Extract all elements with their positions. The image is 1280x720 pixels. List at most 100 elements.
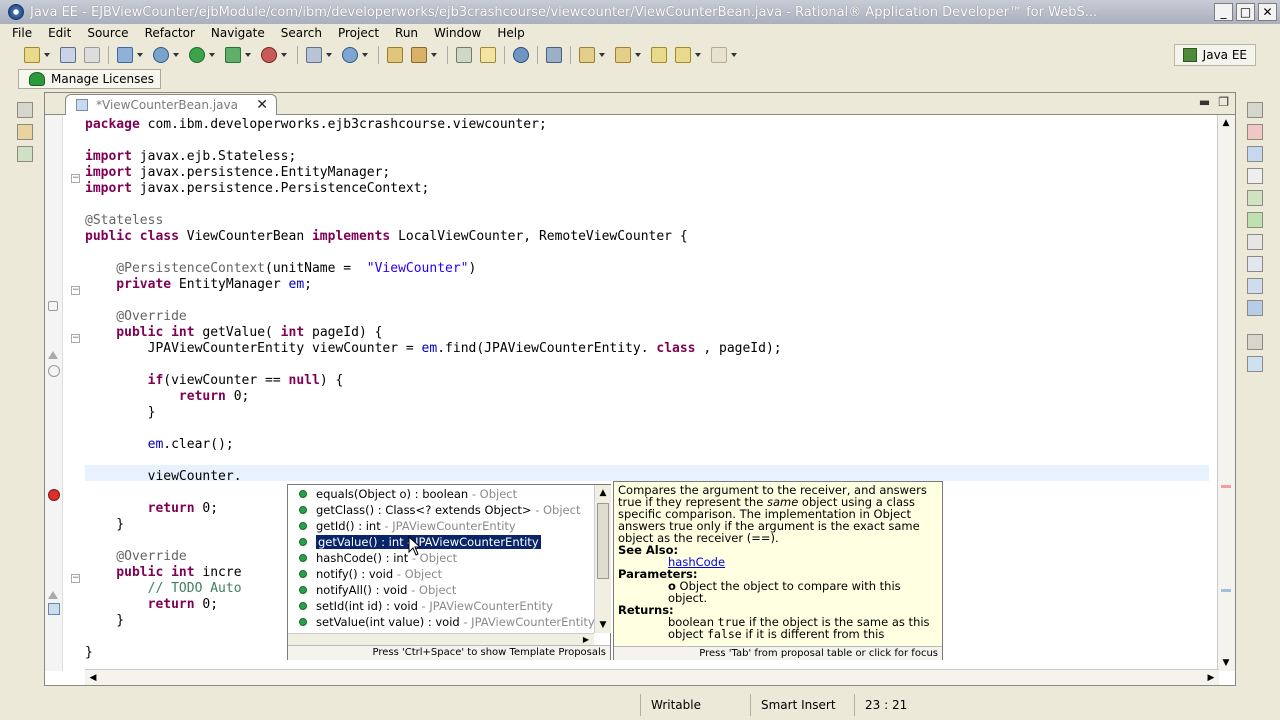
code-line[interactable]: package com.ibm.developerworks.ejb3crash… <box>85 117 547 133</box>
code-line[interactable]: return 0; <box>85 389 249 405</box>
back-icon[interactable] <box>675 47 691 63</box>
chevron-down-icon[interactable] <box>245 53 251 57</box>
code-line[interactable]: // TODO Auto <box>85 581 242 597</box>
scroll-right-icon[interactable]: ▶ <box>1203 670 1219 686</box>
server-icon[interactable] <box>117 47 133 63</box>
outline-icon[interactable] <box>1247 124 1263 140</box>
chevron-down-icon[interactable] <box>137 53 143 57</box>
debug-icon[interactable] <box>153 47 169 63</box>
code-line[interactable]: } <box>85 613 124 629</box>
proposal-item[interactable]: getClass() : Class<? extends Object> - O… <box>288 502 594 518</box>
chevron-down-icon[interactable] <box>281 53 287 57</box>
override-marker-icon[interactable] <box>48 301 58 311</box>
proposal-item[interactable]: hashCode() : int - Object <box>288 550 594 566</box>
code-line[interactable]: if(viewCounter == null) { <box>85 373 344 389</box>
tab-viewcounterbean[interactable]: *ViewCounterBean.java ✕ <box>65 94 277 115</box>
chevron-down-icon[interactable] <box>731 53 737 57</box>
toggle-mark-icon[interactable] <box>456 47 472 63</box>
code-line[interactable]: public int incre <box>85 565 241 581</box>
chevron-down-icon[interactable] <box>209 53 215 57</box>
problems-icon[interactable] <box>1247 278 1263 294</box>
maximize-editor-icon[interactable]: ❐ <box>1218 95 1229 109</box>
proposal-scrollbar[interactable]: ▲ ▼ <box>594 485 611 633</box>
chevron-down-icon[interactable] <box>599 53 605 57</box>
chevron-down-icon[interactable] <box>635 53 641 57</box>
horizontal-scrollbar[interactable]: ◀ ▶ <box>85 669 1219 685</box>
code-line[interactable]: } <box>85 517 124 533</box>
close-button[interactable]: ✕ <box>1258 3 1277 21</box>
scroll-down-icon[interactable]: ▼ <box>1218 655 1234 671</box>
scroll-up-icon[interactable]: ▲ <box>1218 115 1234 131</box>
globe-icon[interactable] <box>513 47 529 63</box>
new-icon[interactable] <box>24 47 40 63</box>
scroll-left-icon[interactable]: ◀ <box>85 670 101 686</box>
proposal-item[interactable]: getId() : int - JPAViewCounterEntity <box>288 518 594 534</box>
vertical-scrollbar[interactable]: ▲ ▼ <box>1217 115 1235 671</box>
restore-icon[interactable] <box>17 102 33 118</box>
servers-icon[interactable] <box>1247 190 1263 206</box>
minimize-button[interactable]: _ <box>1214 3 1233 21</box>
menu-project[interactable]: Project <box>330 26 387 40</box>
override-triangle-icon[interactable] <box>48 351 58 359</box>
proposal-item[interactable]: notify() : void - Object <box>288 566 594 582</box>
properties-icon[interactable] <box>1247 168 1263 184</box>
save-icon[interactable] <box>60 47 76 63</box>
run-external-icon[interactable] <box>225 47 241 63</box>
snippets-icon[interactable] <box>1247 234 1263 250</box>
menu-edit[interactable]: Edit <box>40 26 79 40</box>
code-line[interactable]: } <box>85 645 93 661</box>
close-tab-icon[interactable]: ✕ <box>256 97 268 113</box>
prev-annotation-icon[interactable] <box>615 47 631 63</box>
deploy-icon[interactable] <box>546 47 562 63</box>
error-icon[interactable] <box>48 489 60 501</box>
menu-window[interactable]: Window <box>426 26 489 40</box>
minimize-editor-icon[interactable]: ▬ <box>1199 95 1210 109</box>
scroll-down-icon[interactable]: ▼ <box>595 617 611 633</box>
code-line[interactable]: public class ViewCounterBean implements … <box>85 229 688 245</box>
code-line[interactable]: viewCounter. <box>85 469 242 485</box>
code-line[interactable]: private EntityManager em; <box>85 277 312 293</box>
scroll-up-icon[interactable]: ▲ <box>595 485 611 501</box>
profile-icon[interactable] <box>261 47 277 63</box>
override-triangle-icon[interactable] <box>48 591 58 599</box>
fold-toggle[interactable]: − <box>71 286 80 295</box>
task-marker-icon[interactable] <box>48 603 60 615</box>
proposal-hscrollbar[interactable]: ▶ <box>288 633 594 645</box>
new-package-icon[interactable] <box>306 47 322 63</box>
highlight-icon[interactable] <box>480 47 496 63</box>
code-line[interactable]: } <box>85 405 156 421</box>
code-line[interactable]: @Override <box>85 549 186 565</box>
code-line[interactable]: @PersistenceContext(unitName = "ViewCoun… <box>85 261 476 277</box>
proposal-item[interactable]: notifyAll() : void - Object <box>288 582 594 598</box>
package-explorer-icon[interactable] <box>17 146 33 162</box>
fold-toggle[interactable]: − <box>71 574 80 583</box>
menu-search[interactable]: Search <box>273 26 330 40</box>
chevron-down-icon[interactable] <box>431 53 437 57</box>
fold-toggle[interactable]: − <box>71 334 80 343</box>
open-task-icon[interactable] <box>411 47 427 63</box>
manage-licenses-button[interactable]: Manage Licenses <box>18 69 161 89</box>
proposal-item[interactable]: equals(Object o) : boolean - Object <box>288 486 594 502</box>
menu-source[interactable]: Source <box>79 26 136 40</box>
proposal-item[interactable]: getValue() : int - JPAViewCounterEntity <box>288 534 594 550</box>
code-line[interactable]: import javax.persistence.PersistenceCont… <box>85 181 429 197</box>
console-icon[interactable] <box>1247 256 1263 272</box>
code-line[interactable]: import javax.persistence.EntityManager; <box>85 165 390 181</box>
new-class-icon[interactable] <box>342 47 358 63</box>
chevron-down-icon[interactable] <box>44 53 50 57</box>
proposal-item[interactable]: setValue(int value) : void - JPAViewCoun… <box>288 614 594 630</box>
open-type-icon[interactable] <box>387 47 403 63</box>
tasks-icon[interactable] <box>1247 146 1263 162</box>
task-overview-mark[interactable] <box>1221 589 1231 592</box>
print-icon[interactable] <box>84 47 100 63</box>
code-line[interactable]: public int getValue( int pageId) { <box>85 325 382 341</box>
restore-icon[interactable] <box>1247 334 1263 350</box>
code-line[interactable]: return 0; <box>85 597 218 613</box>
menu-refactor[interactable]: Refactor <box>137 26 203 40</box>
last-edit-icon[interactable] <box>651 47 667 63</box>
chevron-down-icon[interactable] <box>173 53 179 57</box>
hierarchy-icon[interactable] <box>17 124 33 140</box>
chevron-down-icon[interactable] <box>326 53 332 57</box>
code-line[interactable]: @Override <box>85 309 186 325</box>
menu-file[interactable]: File <box>4 26 40 40</box>
